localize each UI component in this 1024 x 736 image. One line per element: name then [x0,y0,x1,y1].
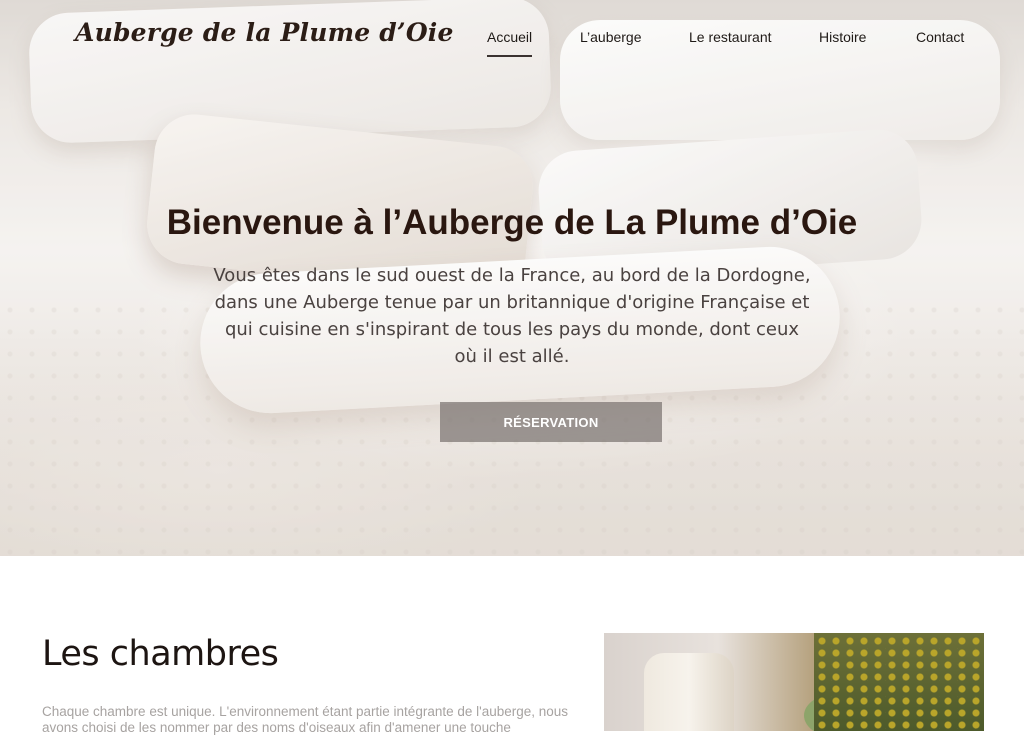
nav-item-auberge[interactable]: L’auberge [580,29,642,55]
nav-item-restaurant[interactable]: Le restaurant [689,29,772,55]
rooms-title: Les chambres [42,634,279,674]
vase-image [644,653,734,731]
reservation-button[interactable]: RÉSERVATION [440,402,662,442]
main-nav: Accueil L’auberge Le restaurant Histoire… [0,29,1024,69]
hero-description: Vous êtes dans le sud ouest de la France… [213,265,811,367]
nav-item-histoire[interactable]: Histoire [819,29,866,55]
rooms-image [604,633,984,731]
nav-item-accueil[interactable]: Accueil [487,29,533,57]
nav-item-contact[interactable]: Contact [916,29,964,55]
rooms-description: Chaque chambre est unique. L'environneme… [42,704,569,735]
flowers-image [814,633,984,731]
hero-title: Bienvenue à l’Auberge de La Plume d’Oie [166,203,858,242]
